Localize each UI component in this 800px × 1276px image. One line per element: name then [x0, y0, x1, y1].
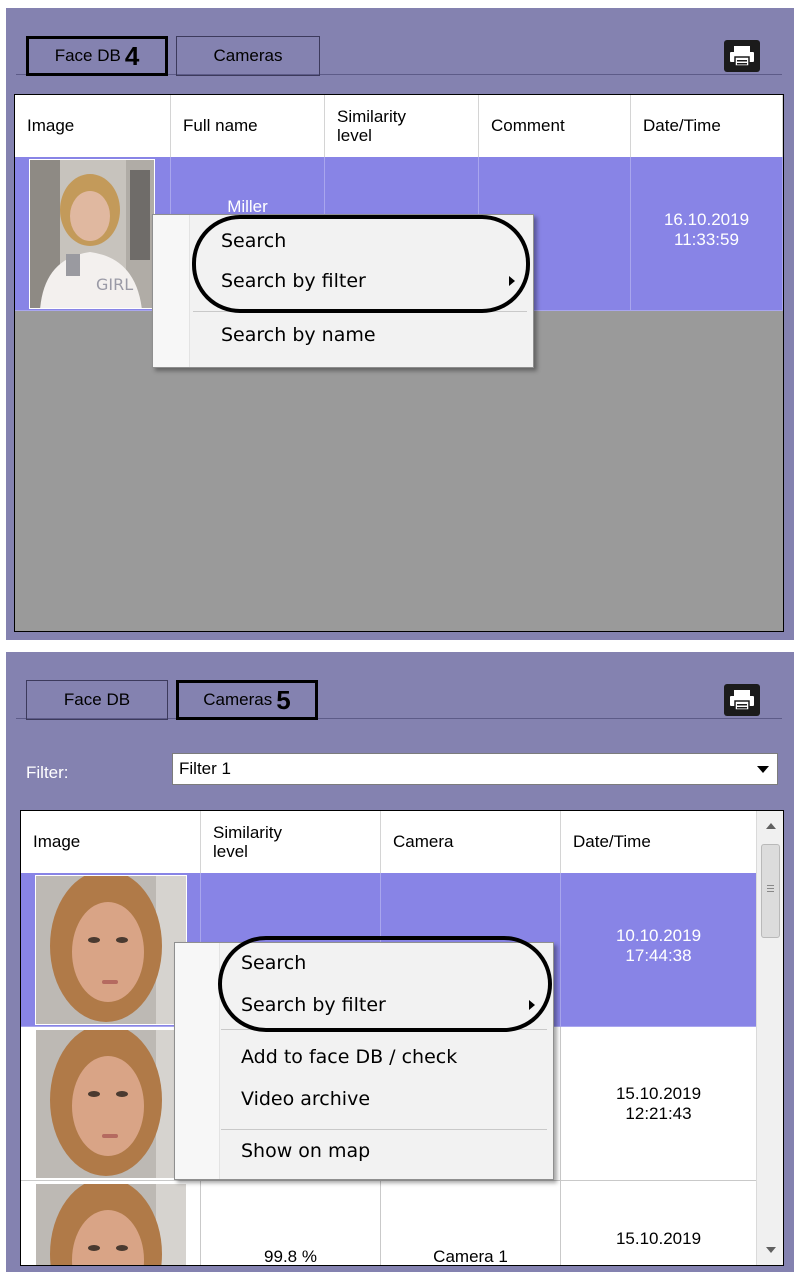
print-button[interactable] — [724, 40, 760, 72]
column-header-similarity[interactable]: Similarity level — [325, 95, 479, 157]
date-time-cell: 16.10.2019 11:33:59 — [631, 157, 783, 311]
menu-item-label: Search — [221, 230, 287, 252]
menu-separator — [221, 1029, 547, 1030]
tab-bar: Face DB 4 Cameras — [16, 24, 782, 76]
filter-select[interactable]: Filter 1 — [172, 753, 778, 785]
menu-separator — [193, 311, 527, 312]
face-thumbnail — [35, 1183, 187, 1265]
tab-label: Face DB — [63, 690, 131, 709]
callout-number: 4 — [124, 40, 140, 71]
menu-item-video-archive[interactable]: Video archive — [175, 1081, 553, 1117]
time-text: 11:33:59 — [674, 229, 739, 249]
menu-item-search[interactable]: Search — [175, 945, 553, 981]
column-header-image[interactable]: Image — [21, 811, 201, 873]
column-header-date-time[interactable]: Date/Time — [631, 95, 783, 157]
svg-text:GIRL: GIRL — [96, 275, 133, 294]
tab-label: Face DB — [54, 46, 121, 65]
menu-item-label: Search by filter — [221, 270, 366, 292]
menu-item-label: Search by name — [221, 324, 376, 346]
menu-item-search-by-name[interactable]: Search by name — [153, 317, 533, 353]
filter-value: Filter 1 — [179, 759, 231, 778]
chevron-down-icon — [757, 766, 769, 773]
menu-item-show-on-map[interactable]: Show on map — [175, 1133, 553, 1169]
tab-face-db[interactable]: Face DB — [26, 680, 168, 720]
date-text: 16.10.2019 — [663, 209, 750, 229]
image-cell: GIRL — [15, 157, 171, 311]
menu-item-label: Search — [241, 952, 307, 974]
table-row[interactable]: 99.8 % Camera 1 15.10.2019 — [21, 1181, 757, 1265]
tab-bar: Face DB Cameras 5 — [16, 668, 782, 720]
grip-line — [767, 885, 774, 886]
tab-label: Cameras — [203, 690, 273, 709]
column-header-date-time[interactable]: Date/Time — [561, 811, 757, 873]
menu-item-search-by-filter[interactable]: Search by filter — [175, 987, 553, 1023]
face-thumbnail — [35, 1029, 187, 1179]
menu-item-label: Video archive — [241, 1088, 371, 1110]
menu-item-search-by-filter[interactable]: Search by filter — [153, 263, 533, 299]
column-header-comment[interactable]: Comment — [479, 95, 631, 157]
date-time-cell: 15.10.2019 — [561, 1181, 757, 1265]
tab-face-db[interactable]: Face DB 4 — [26, 36, 168, 76]
grid-header: Image Similarity level Camera Date/Time — [21, 811, 757, 873]
date-text: 15.10.2019 — [615, 1229, 702, 1248]
scrollbar-thumb[interactable] — [761, 844, 780, 938]
face-thumbnail — [35, 875, 187, 1025]
column-header-image[interactable]: Image — [15, 95, 171, 157]
date-text: 15.10.2019 — [615, 1083, 702, 1103]
context-menu: Search Search by filter Search by name — [152, 214, 534, 368]
date-time-cell: 10.10.2019 17:44:38 — [561, 873, 757, 1027]
date-text: 10.10.2019 — [615, 925, 702, 945]
cameras-panel: Face DB Cameras 5 Filter: Filter 1 Image… — [6, 652, 794, 1272]
tab-label: Cameras — [213, 46, 283, 65]
grid-header: Image Full name Similarity level Comment… — [15, 95, 783, 157]
vertical-scrollbar[interactable] — [756, 811, 783, 1265]
similarity-cell: 99.8 % — [201, 1181, 381, 1265]
submenu-arrow-icon — [509, 276, 515, 286]
printer-icon — [730, 690, 754, 711]
grip-line — [767, 891, 774, 892]
face-thumbnail: GIRL — [29, 159, 155, 309]
menu-item-search[interactable]: Search — [153, 223, 533, 259]
tab-cameras[interactable]: Cameras 5 — [176, 680, 318, 720]
menu-item-label: Show on map — [241, 1140, 371, 1162]
print-button[interactable] — [724, 684, 760, 716]
context-menu: Search Search by filter Add to face DB /… — [174, 942, 554, 1180]
image-cell — [21, 1181, 201, 1265]
submenu-arrow-icon — [529, 1000, 535, 1010]
menu-item-add-to-face-db[interactable]: Add to face DB / check — [175, 1039, 553, 1075]
time-text: 12:21:43 — [625, 1103, 692, 1123]
scroll-up-icon[interactable] — [766, 823, 776, 829]
camera-cell: Camera 1 — [381, 1181, 561, 1265]
callout-number: 5 — [276, 684, 291, 715]
menu-item-label: Search by filter — [241, 994, 386, 1016]
menu-item-label: Add to face DB / check — [241, 1046, 458, 1068]
menu-separator — [221, 1129, 547, 1130]
time-text: 17:44:38 — [625, 945, 692, 965]
filter-label: Filter: — [26, 763, 69, 782]
scroll-down-icon[interactable] — [766, 1247, 776, 1253]
column-header-camera[interactable]: Camera — [381, 811, 561, 873]
grip-line — [767, 888, 774, 889]
date-time-cell: 15.10.2019 12:21:43 — [561, 1027, 757, 1181]
column-header-similarity[interactable]: Similarity level — [201, 811, 381, 873]
column-header-full-name[interactable]: Full name — [171, 95, 325, 157]
tab-cameras[interactable]: Cameras — [176, 36, 320, 76]
face-db-panel: Face DB 4 Cameras Image Full name Simila… — [6, 8, 794, 640]
printer-icon — [730, 46, 754, 67]
